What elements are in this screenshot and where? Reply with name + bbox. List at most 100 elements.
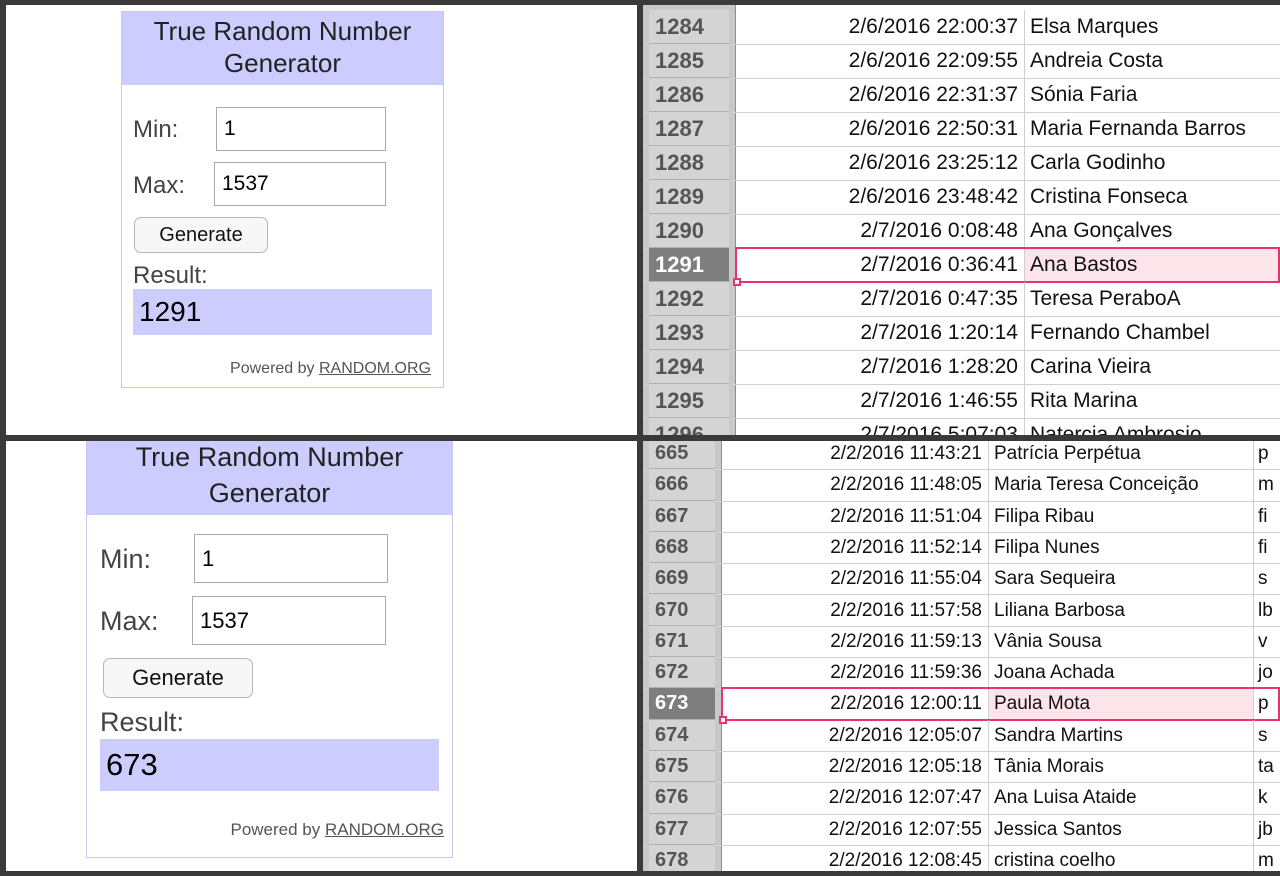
row-number[interactable]: 1284 [649,10,729,44]
name-cell[interactable]: Maria Teresa Conceição [989,469,1253,500]
date-cell[interactable]: 2/2/2016 11:59:13 [721,625,989,658]
name-cell[interactable]: Sara Sequeira [989,563,1253,594]
name-cell[interactable]: Joana Achada [989,657,1253,688]
row-number[interactable]: 1295 [649,384,729,418]
name-cell[interactable]: Maria Fernanda Barros [1025,112,1280,146]
table-row[interactable]: 1296 2/7/2016 5:07:03 Natercia Ambrosio [643,418,1280,435]
table-row[interactable]: 668 2/2/2016 11:52:14 Filipa Nunes fi [643,531,1280,565]
table-row[interactable]: 678 2/2/2016 12:08:45 cristina coelho m [643,844,1280,871]
row-number[interactable]: 667 [649,500,715,532]
table-row[interactable]: 1285 2/6/2016 22:09:55 Andreia Costa [643,44,1280,79]
date-cell[interactable]: 2/2/2016 11:55:04 [721,563,989,595]
table-row[interactable]: 667 2/2/2016 11:51:04 Filipa Ribau fi [643,500,1280,533]
table-row[interactable]: 1286 2/6/2016 22:31:37 Sónia Faria [643,78,1280,113]
extra-cell[interactable]: m [1253,469,1280,501]
table-row[interactable]: 669 2/2/2016 11:55:04 Sara Sequeira s [643,563,1280,596]
date-cell[interactable]: 2/2/2016 12:00:11 [721,688,989,720]
name-cell[interactable]: Ana Bastos [1025,248,1280,282]
table-row[interactable]: 676 2/2/2016 12:07:47 Ana Luisa Ataide k [643,782,1280,815]
table-row[interactable]: 1292 2/7/2016 0:47:35 Teresa PeraboA [643,282,1280,317]
name-cell[interactable]: Patrícia Perpétua [989,441,1253,469]
date-cell[interactable]: 2/2/2016 11:48:05 [721,469,989,501]
name-cell[interactable]: Cristina Fonseca [1025,180,1280,214]
generate-button[interactable]: Generate [103,658,253,698]
name-cell[interactable]: Sandra Martins [989,720,1253,751]
row-number[interactable]: 669 [649,563,715,595]
random-org-link[interactable]: RANDOM.ORG [319,360,431,377]
row-number[interactable]: 1285 [649,44,729,78]
table-row[interactable]: 677 2/2/2016 12:07:55 Jessica Santos jb [643,813,1280,846]
row-number[interactable]: 1291 [649,248,729,282]
table-row[interactable]: 674 2/2/2016 12:05:07 Sandra Martins s [643,719,1280,752]
row-number[interactable]: 1288 [649,146,729,180]
row-number[interactable]: 665 [649,441,715,470]
name-cell[interactable]: Liliana Barbosa [989,595,1253,626]
table-row[interactable]: 672 2/2/2016 11:59:36 Joana Achada jo [643,657,1280,690]
table-row[interactable]: 1294 2/7/2016 1:28:20 Carina Vieira [643,350,1280,385]
name-cell[interactable]: Jessica Santos [989,814,1253,845]
row-number[interactable]: 1296 [649,418,729,435]
name-cell[interactable]: Paula Mota [989,688,1253,720]
extra-cell[interactable]: s [1253,719,1280,751]
name-cell[interactable]: Rita Marina [1025,384,1280,418]
row-number[interactable]: 670 [649,594,715,626]
max-input[interactable] [192,596,386,645]
date-cell[interactable]: 2/2/2016 12:05:07 [721,719,989,751]
table-row[interactable]: 1295 2/7/2016 1:46:55 Rita Marina [643,384,1280,419]
name-cell[interactable]: Sónia Faria [1025,78,1280,112]
date-cell[interactable]: 2/6/2016 23:48:42 [735,180,1025,214]
table-row[interactable]: 1293 2/7/2016 1:20:14 Fernando Chambel [643,316,1280,351]
generate-button[interactable]: Generate [134,217,268,253]
name-cell[interactable]: Elsa Marques [1025,10,1280,44]
extra-cell[interactable]: jo [1253,657,1280,689]
extra-cell[interactable]: m [1253,844,1280,871]
extra-cell[interactable]: p [1253,441,1280,470]
table-row[interactable]: 675 2/2/2016 12:05:18 Tânia Morais ta [643,751,1280,784]
row-number[interactable]: 1290 [649,214,729,248]
table-row[interactable]: 1284 2/6/2016 22:00:37 Elsa Marques [643,10,1280,45]
max-input[interactable] [214,162,386,206]
row-number[interactable]: 1293 [649,316,729,350]
extra-cell[interactable]: fi [1253,531,1280,564]
table-row[interactable]: 670 2/2/2016 11:57:58 Liliana Barbosa lb [643,594,1280,627]
date-cell[interactable]: 2/7/2016 1:46:55 [735,384,1025,418]
name-cell[interactable]: Ana Luisa Ataide [989,782,1253,813]
date-cell[interactable]: 2/6/2016 23:25:12 [735,146,1025,180]
name-cell[interactable]: Vânia Sousa [989,626,1253,657]
row-number[interactable]: 668 [649,531,715,564]
table-row[interactable]: 665 2/2/2016 11:43:21 Patrícia Perpétua p [643,441,1280,471]
extra-cell[interactable]: fi [1253,500,1280,532]
row-number[interactable]: 1294 [649,350,729,384]
date-cell[interactable]: 2/7/2016 0:36:41 [735,248,1025,282]
extra-cell[interactable]: v [1253,625,1280,658]
row-number[interactable]: 678 [649,844,715,871]
date-cell[interactable]: 2/7/2016 0:08:48 [735,214,1025,248]
date-cell[interactable]: 2/6/2016 22:00:37 [735,10,1025,44]
row-number[interactable]: 675 [649,751,715,783]
date-cell[interactable]: 2/2/2016 11:59:36 [721,657,989,689]
date-cell[interactable]: 2/2/2016 12:07:47 [721,782,989,814]
date-cell[interactable]: 2/7/2016 5:07:03 [735,418,1025,435]
date-cell[interactable]: 2/7/2016 1:20:14 [735,316,1025,350]
row-number[interactable]: 1292 [649,282,729,316]
name-cell[interactable]: Ana Gonçalves [1025,214,1280,248]
date-cell[interactable]: 2/7/2016 0:47:35 [735,282,1025,316]
random-org-link[interactable]: RANDOM.ORG [325,820,444,839]
date-cell[interactable]: 2/6/2016 22:50:31 [735,112,1025,146]
selected-table-row[interactable]: 673 2/2/2016 12:00:11 Paula Mota p [643,688,1280,721]
row-number[interactable]: 674 [649,719,715,751]
name-cell[interactable]: cristina coelho [989,845,1253,871]
name-cell[interactable]: Carina Vieira [1025,350,1280,384]
row-number[interactable]: 1289 [649,180,729,214]
row-number[interactable]: 666 [649,469,715,501]
extra-cell[interactable]: s [1253,563,1280,595]
extra-cell[interactable]: lb [1253,594,1280,626]
extra-cell[interactable]: p [1253,688,1280,720]
name-cell[interactable]: Tânia Morais [989,751,1253,782]
table-row[interactable]: 671 2/2/2016 11:59:13 Vânia Sousa v [643,625,1280,659]
date-cell[interactable]: 2/6/2016 22:09:55 [735,44,1025,78]
row-number[interactable]: 672 [649,657,715,689]
date-cell[interactable]: 2/2/2016 11:57:58 [721,594,989,626]
name-cell[interactable]: Andreia Costa [1025,44,1280,78]
name-cell[interactable]: Fernando Chambel [1025,316,1280,350]
